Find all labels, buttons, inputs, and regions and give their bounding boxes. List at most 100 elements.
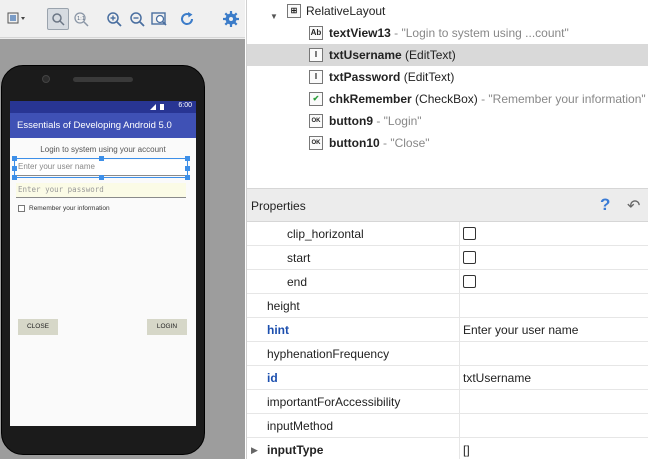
tree-item-relativelayout[interactable]: ▼ ⊞ RelativeLayout — [247, 0, 648, 22]
preview-toolbar: 1:1 — [0, 0, 245, 38]
remember-checkbox[interactable]: Remember your information — [18, 205, 110, 212]
column-divider — [459, 414, 460, 438]
property-row[interactable]: hint Enter your user name — [247, 318, 648, 342]
tree-item-text: button9 - "Login" — [329, 110, 422, 132]
tree-item-label: RelativeLayout — [306, 4, 386, 18]
design-preview-pane: 1:1 6:00 Essentials of Developing Androi… — [0, 0, 245, 459]
property-row[interactable]: hyphenationFrequency — [247, 342, 648, 366]
tree-item[interactable]: I txtPassword (EditText) — [247, 66, 648, 88]
column-divider — [459, 318, 460, 342]
column-divider — [459, 246, 460, 270]
property-checkbox[interactable] — [463, 251, 476, 264]
tree-item-name: button9 — [329, 114, 373, 128]
property-row[interactable]: ▶ inputType [] — [247, 438, 648, 459]
property-name: clip_horizontal — [287, 227, 364, 241]
speaker-grille — [73, 77, 133, 82]
device-screen: 6:00 Essentials of Developing Android 5.… — [10, 101, 196, 426]
tree-item-type: (CheckBox) — [411, 92, 478, 106]
tree-item-name: txtUsername — [329, 48, 402, 62]
property-row[interactable]: height — [247, 294, 648, 318]
column-divider — [459, 366, 460, 390]
component-tree: ▼ ⊞ RelativeLayout Ab textView13 - "Logi… — [247, 0, 648, 160]
dropdown-icon[interactable] — [6, 8, 28, 30]
property-value[interactable]: [] — [463, 438, 470, 459]
app-content: Login to system using your account Enter… — [10, 138, 196, 388]
expand-arrow-icon[interactable]: ▶ — [251, 438, 258, 459]
tree-item[interactable]: I txtUsername (EditText) — [247, 44, 648, 66]
zoom-fit-icon[interactable] — [149, 8, 171, 30]
property-name: id — [267, 371, 278, 385]
select-icon[interactable] — [47, 8, 69, 30]
close-button[interactable]: CLOSE — [18, 319, 58, 335]
column-divider — [459, 270, 460, 294]
property-name: importantForAccessibility — [267, 395, 401, 409]
properties-header: Properties ? ↶ — [247, 188, 648, 222]
tree-item-desc: - "Login" — [373, 114, 422, 128]
checkbox-icon: ✔ — [309, 92, 323, 106]
property-row[interactable]: start — [247, 246, 648, 270]
help-icon[interactable]: ? — [600, 195, 610, 215]
properties-title: Properties — [251, 199, 306, 213]
properties-table: clip_horizontal start end height hint En… — [247, 222, 648, 459]
property-row[interactable]: id txtUsername — [247, 366, 648, 390]
tree-item-type: (EditText) — [401, 48, 456, 62]
property-row[interactable]: importantForAccessibility — [247, 390, 648, 414]
login-button[interactable]: LOGIN — [147, 319, 187, 335]
svg-text:1:1: 1:1 — [77, 16, 85, 22]
column-divider — [459, 342, 460, 366]
tree-item-text: txtUsername (EditText) — [329, 44, 456, 66]
actual-size-icon[interactable]: 1:1 — [70, 8, 92, 30]
button-icon: OK — [309, 136, 323, 150]
camera-icon — [42, 75, 50, 83]
refresh-icon[interactable] — [176, 8, 198, 30]
property-value[interactable]: Enter your user name — [463, 318, 578, 342]
tree-item-text: textView13 - "Login to system using ...c… — [329, 22, 569, 44]
tree-item-desc: - "Remember your information" — [477, 92, 646, 106]
property-row[interactable]: end — [247, 270, 648, 294]
textview-icon: Ab — [309, 26, 323, 40]
device-frame: 6:00 Essentials of Developing Android 5.… — [1, 65, 205, 455]
property-checkbox[interactable] — [463, 227, 476, 240]
tree-item-desc: - "Close" — [379, 136, 430, 150]
property-checkbox[interactable] — [463, 275, 476, 288]
android-studio-layout-editor: 1:1 6:00 Essentials of Developing Androi… — [0, 0, 648, 459]
tree-item-text: button10 - "Close" — [329, 132, 430, 154]
checkbox-icon[interactable] — [18, 205, 25, 212]
property-name: end — [287, 275, 308, 289]
column-divider — [459, 222, 460, 246]
property-name: inputMethod — [267, 419, 334, 433]
property-row[interactable]: clip_horizontal — [247, 222, 648, 246]
tree-item-name: txtPassword — [329, 70, 401, 84]
tree-item-name: textView13 — [329, 26, 391, 40]
tree-item[interactable]: OK button10 - "Close" — [247, 132, 648, 154]
settings-icon[interactable] — [220, 8, 242, 30]
login-label[interactable]: Login to system using your account — [10, 145, 196, 154]
property-name: start — [287, 251, 311, 265]
inspector-pane: ▼ ⊞ RelativeLayout Ab textView13 - "Logi… — [246, 0, 648, 459]
username-field[interactable]: Enter your user name — [16, 160, 186, 176]
tree-item-text: chkRemember (CheckBox) - "Remember your … — [329, 88, 646, 110]
zoom-in-icon[interactable] — [103, 8, 125, 30]
property-row[interactable]: inputMethod — [247, 414, 648, 438]
column-divider — [459, 438, 460, 459]
tree-item-name: chkRemember — [329, 92, 412, 106]
password-field[interactable]: Enter your password — [16, 183, 186, 198]
undo-icon[interactable]: ↶ — [627, 196, 640, 215]
status-bar: 6:00 — [10, 101, 196, 113]
column-divider — [459, 294, 460, 318]
property-name: height — [267, 299, 300, 313]
zoom-out-icon[interactable] — [126, 8, 148, 30]
tree-item-text: txtPassword (EditText) — [329, 66, 454, 88]
edittext-icon: I — [309, 48, 323, 62]
tree-item-desc: - "Login to system using ...count" — [390, 26, 569, 40]
property-name: inputType — [267, 443, 324, 457]
column-divider — [459, 390, 460, 414]
tree-item[interactable]: OK button9 - "Login" — [247, 110, 648, 132]
tree-item-name: button10 — [329, 136, 380, 150]
property-value[interactable]: txtUsername — [463, 366, 531, 390]
tree-item[interactable]: Ab textView13 - "Login to system using .… — [247, 22, 648, 44]
remember-label: Remember your information — [29, 205, 110, 212]
relativelayout-icon: ⊞ — [287, 4, 301, 18]
status-time: 6:00 — [178, 102, 192, 109]
tree-item[interactable]: ✔ chkRemember (CheckBox) - "Remember you… — [247, 88, 648, 110]
